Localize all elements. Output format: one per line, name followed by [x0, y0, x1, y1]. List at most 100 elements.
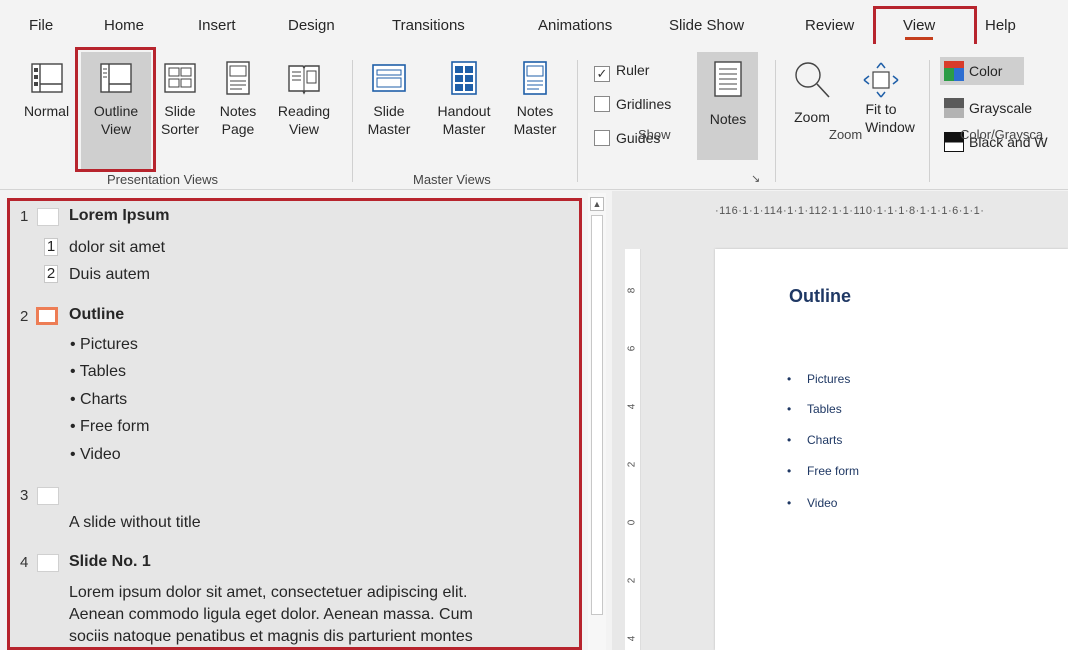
outline-list-item[interactable]: dolor sit amet: [69, 239, 165, 257]
slide-sorter-label-2: Sorter: [160, 121, 200, 137]
slide-bullet-item[interactable]: • Video: [787, 496, 837, 510]
ribbon-tab-bar: File Home Insert Design Transitions Anim…: [0, 0, 1068, 44]
outline-view-label-1: Outline: [93, 103, 139, 119]
slide-sorter-icon: [164, 63, 196, 93]
slide-bullet-item[interactable]: • Free form: [787, 464, 859, 478]
show-group-label: Show: [638, 127, 671, 142]
grayscale-button[interactable]: Grayscale: [944, 98, 1032, 118]
tab-animations[interactable]: Animations: [538, 17, 612, 34]
handout-master-button[interactable]: Handout Master: [424, 60, 504, 138]
slide-title[interactable]: Outline: [789, 286, 851, 307]
tab-file[interactable]: File: [29, 17, 53, 34]
outline-bullet-item[interactable]: • Tables: [70, 363, 126, 381]
group-separator: [929, 60, 930, 182]
tab-insert[interactable]: Insert: [198, 17, 236, 34]
outline-list-item[interactable]: Duis autem: [69, 266, 150, 284]
group-separator: [577, 60, 578, 182]
color-label: Color: [969, 63, 1003, 79]
slide-number: 1: [20, 208, 29, 225]
zoom-label: Zoom: [794, 109, 830, 125]
slide-bullet-text: Video: [807, 496, 838, 510]
color-grayscale-group-label: Color/Graysca: [960, 127, 1044, 142]
reading-view-icon: [288, 65, 320, 95]
slide-number: 2: [20, 308, 29, 325]
slide-number: 3: [20, 487, 29, 504]
slide-thumbnail-icon[interactable]: [36, 307, 58, 325]
notes-label: Notes: [709, 111, 747, 127]
notes-page-icon: [226, 61, 250, 95]
slide-thumbnail-icon[interactable]: [37, 487, 59, 505]
zoom-group-label: Zoom: [829, 127, 863, 142]
slide-bullet-text: Pictures: [807, 372, 851, 386]
ruler-checkbox[interactable]: ✓ Ruler: [594, 62, 649, 82]
slide-master-button[interactable]: Slide Master: [353, 60, 425, 138]
grayscale-swatch-icon: [944, 98, 964, 118]
tab-transitions[interactable]: Transitions: [392, 17, 465, 34]
outline-slide-title[interactable]: Slide No. 1: [69, 553, 151, 571]
slide-bullet-item[interactable]: • Pictures: [787, 372, 850, 386]
gridlines-label: Gridlines: [616, 96, 672, 112]
notes-button[interactable]: Notes: [698, 60, 758, 128]
reading-view-button[interactable]: Reading View: [268, 60, 340, 138]
normal-view-button[interactable]: Normal: [19, 60, 74, 120]
outline-scrollbar[interactable]: ▲: [588, 193, 606, 650]
ruler-tick: 2: [626, 577, 638, 584]
outline-bullet-item[interactable]: • Free form: [70, 418, 149, 436]
dialog-launcher-icon[interactable]: ↘: [751, 172, 760, 185]
fit-to-window-button[interactable]: Fit to Window: [843, 60, 919, 136]
slide-thumbnail-icon[interactable]: [37, 208, 59, 226]
tab-design[interactable]: Design: [288, 17, 335, 34]
horizontal-ruler: ·116·1·1·114·1·1·112·1·1·110·1·1·1·8·1·1…: [715, 205, 985, 217]
color-button[interactable]: Color: [944, 61, 1002, 81]
check-icon: ✓: [594, 66, 610, 82]
notes-master-button[interactable]: Notes Master: [503, 60, 567, 138]
magnifier-icon: [795, 62, 830, 98]
outline-slide-title[interactable]: Outline: [69, 306, 124, 324]
slide-master-label-2: Master: [367, 121, 411, 137]
master-views-group-label: Master Views: [413, 172, 491, 187]
slide-number: 4: [20, 554, 29, 571]
color-swatch-icon: [944, 61, 964, 81]
outline-view-label-2: View: [100, 121, 132, 137]
slide-bullet-item[interactable]: • Charts: [787, 433, 842, 447]
outline-bullet-item[interactable]: • Video: [70, 446, 121, 464]
notes-page-label-2: Page: [221, 121, 255, 137]
outline-body-text[interactable]: Lorem ipsum dolor sit amet, consectetuer…: [69, 583, 467, 603]
gridlines-checkbox[interactable]: Gridlines: [594, 96, 671, 112]
outline-bullet-item[interactable]: • Pictures: [70, 336, 138, 354]
grayscale-label: Grayscale: [969, 100, 1033, 116]
bullet-marker: •: [787, 496, 792, 510]
numbered-item-marker: 2: [44, 265, 58, 283]
outline-body-text[interactable]: A slide without title: [69, 514, 201, 532]
tab-slide-show[interactable]: Slide Show: [669, 17, 744, 34]
notes-master-icon: [523, 61, 547, 95]
outline-bullet-item[interactable]: • Charts: [70, 391, 127, 409]
normal-view-label: Normal: [23, 103, 70, 119]
tab-review[interactable]: Review: [805, 17, 854, 34]
zoom-button[interactable]: Zoom: [784, 60, 840, 126]
slide-sorter-button[interactable]: Slide Sorter: [155, 60, 205, 138]
group-separator: [775, 60, 776, 182]
tab-help[interactable]: Help: [985, 17, 1016, 34]
scroll-up-icon[interactable]: ▲: [590, 197, 604, 211]
active-tab-indicator: [905, 37, 933, 40]
ruler-tick: 4: [626, 403, 638, 410]
bullet-marker: •: [787, 433, 792, 447]
scrollbar-thumb[interactable]: [591, 215, 603, 615]
ruler-tick: 0: [626, 519, 638, 526]
tab-home[interactable]: Home: [104, 17, 144, 34]
slide-bullet-item[interactable]: • Tables: [787, 402, 842, 416]
notes-page-button[interactable]: Notes Page: [210, 60, 266, 138]
outline-body-text[interactable]: sociis natoque penatibus et magnis dis p…: [69, 627, 473, 647]
slide-thumbnail-icon[interactable]: [37, 554, 59, 572]
slide-canvas[interactable]: [715, 249, 1068, 650]
tab-view[interactable]: View: [903, 17, 935, 34]
outline-view-button[interactable]: Outline View: [82, 60, 150, 138]
vertical-ruler: 8 6 4 2 0 2 4: [625, 249, 641, 650]
outline-view-icon: [100, 63, 132, 93]
reading-view-label-2: View: [288, 121, 320, 137]
presentation-views-group-label: Presentation Views: [107, 172, 219, 187]
outline-slide-title[interactable]: Lorem Ipsum: [69, 207, 169, 225]
outline-body-text[interactable]: Aenean commodo ligula eget dolor. Aenean…: [69, 605, 473, 625]
bullet-marker: •: [787, 372, 792, 386]
